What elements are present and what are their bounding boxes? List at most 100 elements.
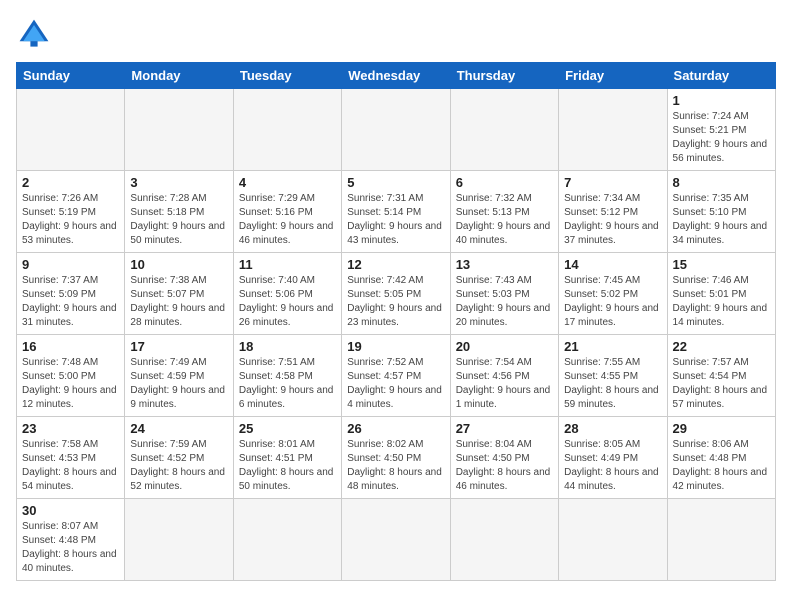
calendar-cell: 23Sunrise: 7:58 AM Sunset: 4:53 PM Dayli…	[17, 417, 125, 499]
day-info: Sunrise: 8:05 AM Sunset: 4:49 PM Dayligh…	[564, 438, 661, 494]
calendar-cell: 5 Sunrise: 7:31 AM Sunset: 5:14 PM Daylig…	[342, 171, 450, 253]
day-number: 30	[22, 503, 119, 518]
day-info: Sunrise: 7:43 AM Sunset: 5:03 PM Dayligh…	[456, 274, 553, 330]
calendar-cell	[559, 499, 667, 581]
day-number: 29	[673, 421, 770, 436]
day-info: Sunrise: 8:04 AM Sunset: 4:50 PM Dayligh…	[456, 438, 553, 494]
calendar-cell: 17Sunrise: 7:49 AM Sunset: 4:59 PM Dayli…	[125, 335, 233, 417]
weekday-header-row: SundayMondayTuesdayWednesdayThursdayFrid…	[17, 63, 776, 89]
weekday-header-thursday: Thursday	[450, 63, 558, 89]
day-info: Sunrise: 7:42 AM Sunset: 5:05 PM Dayligh…	[347, 274, 444, 330]
day-info: Sunrise: 7:48 AM Sunset: 5:00 PM Dayligh…	[22, 356, 119, 412]
day-info: Sunrise: 7:54 AM Sunset: 4:56 PM Dayligh…	[456, 356, 553, 412]
calendar-cell: 13 Sunrise: 7:43 AM Sunset: 5:03 PM Dayli…	[450, 253, 558, 335]
day-info: Sunrise: 8:07 AM Sunset: 4:48 PM Dayligh…	[22, 520, 119, 576]
calendar-cell: 30 Sunrise: 8:07 AM Sunset: 4:48 PM Dayli…	[17, 499, 125, 581]
calendar-cell: 27 Sunrise: 8:04 AM Sunset: 4:50 PM Dayli…	[450, 417, 558, 499]
day-number: 26	[347, 421, 444, 436]
day-info: Sunrise: 7:34 AM Sunset: 5:12 PM Dayligh…	[564, 192, 661, 248]
day-number: 20	[456, 339, 553, 354]
calendar-cell: 26 Sunrise: 8:02 AM Sunset: 4:50 PM Dayli…	[342, 417, 450, 499]
day-number: 21	[564, 339, 661, 354]
day-number: 18	[239, 339, 336, 354]
week-row-1: 1 Sunrise: 7:24 AM Sunset: 5:21 PM Daylig…	[17, 89, 776, 171]
week-row-2: 2 Sunrise: 7:26 AM Sunset: 5:19 PM Daylig…	[17, 171, 776, 253]
calendar-cell: 19Sunrise: 7:52 AM Sunset: 4:57 PM Dayli…	[342, 335, 450, 417]
day-number: 27	[456, 421, 553, 436]
calendar-cell	[125, 499, 233, 581]
calendar-cell: 15 Sunrise: 7:46 AM Sunset: 5:01 PM Dayli…	[667, 253, 775, 335]
calendar-cell	[233, 499, 341, 581]
day-number: 19	[347, 339, 444, 354]
weekday-header-wednesday: Wednesday	[342, 63, 450, 89]
weekday-header-saturday: Saturday	[667, 63, 775, 89]
calendar-body: 1 Sunrise: 7:24 AM Sunset: 5:21 PM Daylig…	[17, 89, 776, 581]
day-number: 9	[22, 257, 119, 272]
calendar-cell: 21 Sunrise: 7:55 AM Sunset: 4:55 PM Dayli…	[559, 335, 667, 417]
calendar-cell: 18Sunrise: 7:51 AM Sunset: 4:58 PM Dayli…	[233, 335, 341, 417]
day-info: Sunrise: 7:26 AM Sunset: 5:19 PM Dayligh…	[22, 192, 119, 248]
calendar-cell: 20 Sunrise: 7:54 AM Sunset: 4:56 PM Dayli…	[450, 335, 558, 417]
week-row-3: 9Sunrise: 7:37 AM Sunset: 5:09 PM Daylig…	[17, 253, 776, 335]
calendar-cell	[667, 499, 775, 581]
day-info: Sunrise: 7:38 AM Sunset: 5:07 PM Dayligh…	[130, 274, 227, 330]
day-number: 12	[347, 257, 444, 272]
page: SundayMondayTuesdayWednesdayThursdayFrid…	[0, 0, 792, 612]
day-number: 22	[673, 339, 770, 354]
day-info: Sunrise: 7:28 AM Sunset: 5:18 PM Dayligh…	[130, 192, 227, 248]
week-row-5: 23Sunrise: 7:58 AM Sunset: 4:53 PM Dayli…	[17, 417, 776, 499]
calendar-cell: 29 Sunrise: 8:06 AM Sunset: 4:48 PM Dayli…	[667, 417, 775, 499]
calendar-cell: 22 Sunrise: 7:57 AM Sunset: 4:54 PM Dayli…	[667, 335, 775, 417]
day-number: 5	[347, 175, 444, 190]
calendar-cell: 6 Sunrise: 7:32 AM Sunset: 5:13 PM Daylig…	[450, 171, 558, 253]
day-info: Sunrise: 7:29 AM Sunset: 5:16 PM Dayligh…	[239, 192, 336, 248]
calendar-cell: 25 Sunrise: 8:01 AM Sunset: 4:51 PM Dayli…	[233, 417, 341, 499]
calendar-cell	[17, 89, 125, 171]
day-info: Sunrise: 8:02 AM Sunset: 4:50 PM Dayligh…	[347, 438, 444, 494]
day-info: Sunrise: 8:06 AM Sunset: 4:48 PM Dayligh…	[673, 438, 770, 494]
weekday-header-monday: Monday	[125, 63, 233, 89]
day-info: Sunrise: 7:55 AM Sunset: 4:55 PM Dayligh…	[564, 356, 661, 412]
calendar-cell: 28Sunrise: 8:05 AM Sunset: 4:49 PM Dayli…	[559, 417, 667, 499]
day-number: 10	[130, 257, 227, 272]
calendar-cell: 14Sunrise: 7:45 AM Sunset: 5:02 PM Dayli…	[559, 253, 667, 335]
calendar-header: SundayMondayTuesdayWednesdayThursdayFrid…	[17, 63, 776, 89]
day-number: 25	[239, 421, 336, 436]
day-info: Sunrise: 7:46 AM Sunset: 5:01 PM Dayligh…	[673, 274, 770, 330]
calendar-cell: 11Sunrise: 7:40 AM Sunset: 5:06 PM Dayli…	[233, 253, 341, 335]
day-info: Sunrise: 8:01 AM Sunset: 4:51 PM Dayligh…	[239, 438, 336, 494]
calendar-cell	[125, 89, 233, 171]
calendar-cell	[450, 89, 558, 171]
calendar-cell: 1 Sunrise: 7:24 AM Sunset: 5:21 PM Daylig…	[667, 89, 775, 171]
day-number: 11	[239, 257, 336, 272]
logo	[16, 16, 56, 52]
day-info: Sunrise: 7:24 AM Sunset: 5:21 PM Dayligh…	[673, 110, 770, 166]
calendar-cell	[559, 89, 667, 171]
calendar-cell: 24Sunrise: 7:59 AM Sunset: 4:52 PM Dayli…	[125, 417, 233, 499]
calendar: SundayMondayTuesdayWednesdayThursdayFrid…	[16, 62, 776, 581]
day-number: 17	[130, 339, 227, 354]
day-number: 8	[673, 175, 770, 190]
week-row-4: 16Sunrise: 7:48 AM Sunset: 5:00 PM Dayli…	[17, 335, 776, 417]
day-number: 7	[564, 175, 661, 190]
calendar-cell	[342, 499, 450, 581]
day-info: Sunrise: 7:57 AM Sunset: 4:54 PM Dayligh…	[673, 356, 770, 412]
weekday-header-friday: Friday	[559, 63, 667, 89]
day-number: 2	[22, 175, 119, 190]
day-number: 23	[22, 421, 119, 436]
calendar-cell: 9Sunrise: 7:37 AM Sunset: 5:09 PM Daylig…	[17, 253, 125, 335]
calendar-cell: 4Sunrise: 7:29 AM Sunset: 5:16 PM Daylig…	[233, 171, 341, 253]
weekday-header-sunday: Sunday	[17, 63, 125, 89]
week-row-6: 30 Sunrise: 8:07 AM Sunset: 4:48 PM Dayli…	[17, 499, 776, 581]
header	[16, 16, 776, 52]
calendar-cell: 3Sunrise: 7:28 AM Sunset: 5:18 PM Daylig…	[125, 171, 233, 253]
day-info: Sunrise: 7:59 AM Sunset: 4:52 PM Dayligh…	[130, 438, 227, 494]
weekday-header-tuesday: Tuesday	[233, 63, 341, 89]
day-info: Sunrise: 7:32 AM Sunset: 5:13 PM Dayligh…	[456, 192, 553, 248]
day-number: 13	[456, 257, 553, 272]
day-info: Sunrise: 7:31 AM Sunset: 5:14 PM Dayligh…	[347, 192, 444, 248]
calendar-cell: 7 Sunrise: 7:34 AM Sunset: 5:12 PM Daylig…	[559, 171, 667, 253]
day-number: 15	[673, 257, 770, 272]
day-number: 6	[456, 175, 553, 190]
day-number: 1	[673, 93, 770, 108]
